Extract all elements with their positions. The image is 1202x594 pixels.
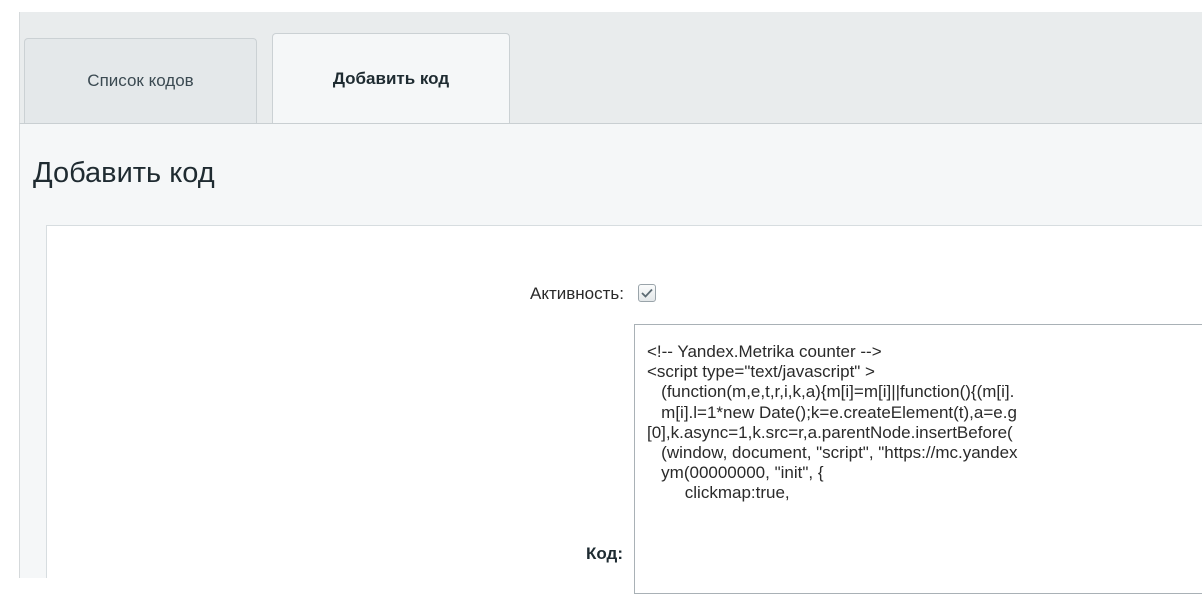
tab-add-code[interactable]: Добавить код <box>272 33 510 123</box>
code-line: ym(00000000, "init", { <box>647 463 824 482</box>
tab-code-list[interactable]: Список кодов <box>24 38 257 123</box>
tabs-bar: Список кодов Добавить код <box>19 12 1202 123</box>
code-line: <script type="text/javascript" > <box>647 362 875 381</box>
code-line: [0],k.async=1,k.src=r,a.parentNode.inser… <box>647 423 1013 442</box>
tab-code-list-label: Список кодов <box>87 71 194 90</box>
code-line: clickmap:true, <box>647 483 790 502</box>
code-line: (function(m,e,t,r,i,k,a){m[i]=m[i]||func… <box>647 382 1015 401</box>
page-title: Добавить код <box>33 157 215 189</box>
code-textarea[interactable]: <!-- Yandex.Metrika counter --> <script … <box>634 324 1202 594</box>
active-label: Активность: <box>530 284 624 303</box>
code-line: m[i].l=1*new Date();k=e.createElement(t)… <box>647 403 1017 422</box>
code-label: Код: <box>586 544 623 563</box>
active-checkbox[interactable] <box>638 284 656 302</box>
code-line: (window, document, "script", "https://mc… <box>647 443 1018 462</box>
checkmark-icon <box>641 288 653 298</box>
code-line: <!-- Yandex.Metrika counter --> <box>647 342 882 361</box>
tab-add-code-label: Добавить код <box>332 68 450 88</box>
